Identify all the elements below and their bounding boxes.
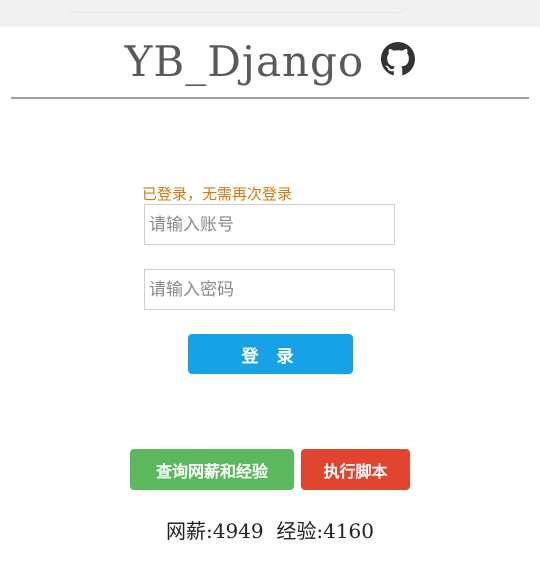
header: YB_Django (0, 36, 540, 88)
toolbar-shadow (0, 24, 540, 28)
page: YB_Django 已登录，无需再次登录 登 录 查询网薪和经验 执行脚本 网薪… (0, 0, 540, 569)
login-button[interactable]: 登 录 (188, 334, 353, 374)
login-status-message: 已登录，无需再次登录 (142, 185, 293, 203)
header-divider (11, 97, 529, 99)
address-bar[interactable] (66, 0, 408, 12)
browser-toolbar (0, 0, 540, 24)
github-icon[interactable] (381, 42, 416, 76)
run-script-button[interactable]: 执行脚本 (301, 449, 410, 490)
salary-value: 4949 (212, 519, 264, 543)
salary-label: 网薪: (165, 519, 213, 543)
exp-value: 4160 (323, 519, 375, 543)
stats-spacer (264, 519, 277, 543)
account-input[interactable] (144, 204, 395, 245)
query-salary-exp-button[interactable]: 查询网薪和经验 (130, 449, 294, 490)
stats-line: 网薪:4949 经验:4160 (0, 515, 540, 544)
password-input[interactable] (144, 269, 395, 310)
exp-label: 经验: (276, 519, 324, 543)
page-title: YB_Django (124, 37, 365, 86)
